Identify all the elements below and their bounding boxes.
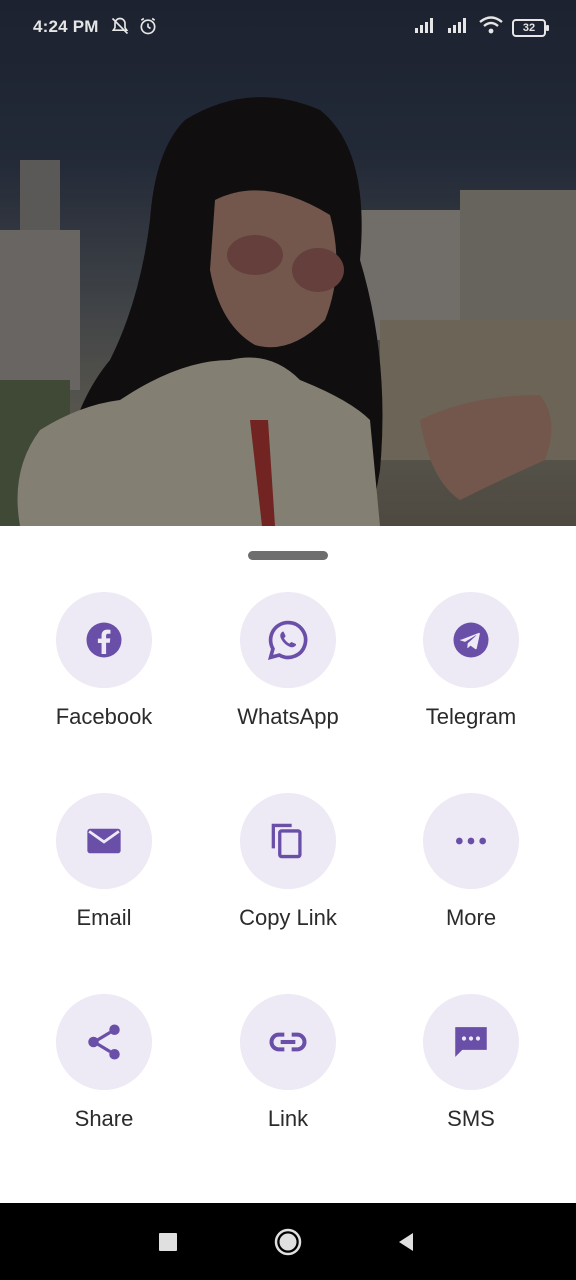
background-photo <box>0 0 576 526</box>
share-option-email-circle[interactable] <box>56 793 152 889</box>
share-option-sms-circle[interactable] <box>423 994 519 1090</box>
bell-off-icon <box>110 16 130 41</box>
share-option-copy-link[interactable]: Copy Link <box>208 793 368 953</box>
wifi-icon <box>479 16 503 39</box>
share-option-label: SMS <box>447 1106 495 1131</box>
battery-indicator: 32 <box>512 18 549 37</box>
status-right-icons: 32 <box>413 16 549 39</box>
email-icon <box>87 828 121 854</box>
back-button[interactable] <box>366 1203 446 1280</box>
share-option-telegram[interactable]: Telegram <box>391 592 551 752</box>
status-time: 4:24 PM <box>33 17 99 36</box>
recents-icon <box>159 1232 177 1251</box>
share-option-label: Telegram <box>425 704 517 729</box>
share-option-email[interactable]: Email <box>24 793 184 953</box>
share-option-telegram-circle[interactable] <box>423 592 519 688</box>
link-icon <box>269 1032 307 1052</box>
share-option-facebook-circle[interactable] <box>56 592 152 688</box>
home-button[interactable] <box>248 1203 328 1280</box>
share-option-link-circle[interactable] <box>240 994 336 1090</box>
share-bottom-sheet: Facebook WhatsApp Telegram Email Copy Li… <box>0 526 576 1203</box>
share-option-sms[interactable]: SMS <box>391 994 551 1154</box>
share-icon <box>88 1024 120 1060</box>
status-left-icons <box>110 16 158 41</box>
alarm-icon <box>138 16 158 41</box>
more-icon <box>456 837 486 845</box>
share-options-grid: Facebook WhatsApp Telegram Email Copy Li… <box>0 526 576 1203</box>
signal-icon <box>413 17 437 38</box>
navigation-bar <box>0 1203 576 1280</box>
share-option-share[interactable]: Share <box>24 994 184 1154</box>
back-icon <box>399 1232 413 1251</box>
share-option-label: More <box>445 905 497 930</box>
share-option-copy-link-circle[interactable] <box>240 793 336 889</box>
share-option-label: Link <box>267 1106 309 1131</box>
sms-icon <box>455 1027 487 1057</box>
share-option-label: Facebook <box>55 704 153 729</box>
copy-icon <box>271 823 302 859</box>
share-option-label: Email <box>76 905 132 930</box>
share-option-label: Copy Link <box>239 905 337 930</box>
share-option-whatsapp[interactable]: WhatsApp <box>208 592 368 752</box>
share-option-facebook[interactable]: Facebook <box>24 592 184 752</box>
share-option-whatsapp-circle[interactable] <box>240 592 336 688</box>
share-option-more-circle[interactable] <box>423 793 519 889</box>
share-option-share-circle[interactable] <box>56 994 152 1090</box>
whatsapp-icon <box>267 620 308 661</box>
scrim <box>0 0 576 526</box>
signal-icon-2 <box>446 17 470 38</box>
recents-button[interactable] <box>128 1203 208 1280</box>
share-option-label: WhatsApp <box>237 704 339 729</box>
share-option-link[interactable]: Link <box>208 994 368 1154</box>
status-bar: 4:24 PM 32 <box>0 0 576 56</box>
home-icon <box>274 1228 302 1255</box>
facebook-icon <box>86 622 122 658</box>
share-option-more[interactable]: More <box>391 793 551 953</box>
share-option-label: Share <box>74 1106 134 1131</box>
telegram-icon <box>453 622 489 658</box>
